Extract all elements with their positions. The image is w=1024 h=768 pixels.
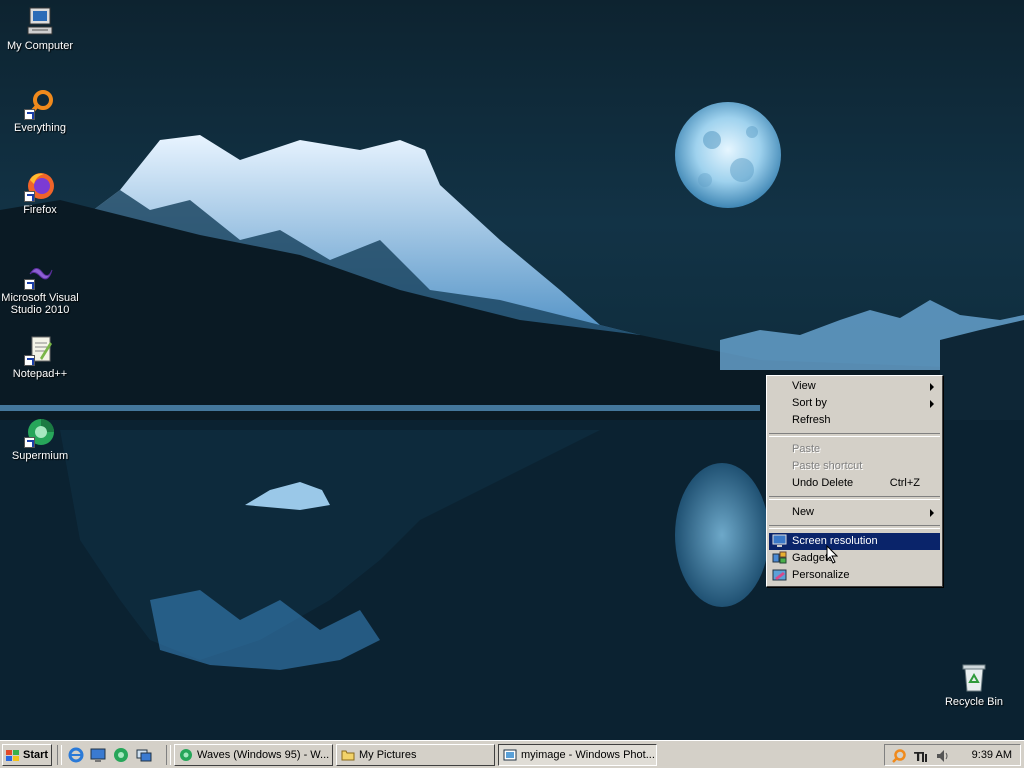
toolbar-grip[interactable] — [166, 745, 171, 765]
desktop-icon-label: Recycle Bin — [944, 696, 1004, 708]
photo-viewer-icon — [503, 748, 517, 762]
desktop-icon-supermium[interactable]: Supermium — [0, 416, 80, 462]
menu-item-refresh[interactable]: Refresh — [769, 412, 940, 429]
task-label: Waves (Windows 95) - W... — [197, 749, 330, 761]
desktop-icon-label: Notepad++ — [12, 368, 68, 380]
menu-item-label: Paste shortcut — [792, 460, 863, 472]
supermium-icon — [179, 748, 193, 762]
window-switcher-icon[interactable] — [136, 747, 152, 763]
menu-item-screen-resolution[interactable]: Screen resolution — [769, 533, 940, 550]
supermium-icon[interactable] — [113, 747, 129, 763]
monitor-icon — [772, 534, 787, 548]
menu-item-label: New — [792, 506, 815, 518]
internet-explorer-icon[interactable] — [68, 747, 84, 763]
taskbar-clock[interactable]: 9:39 AM — [972, 745, 1012, 765]
everything-search-icon[interactable] — [891, 748, 907, 764]
recycle-bin-icon — [958, 662, 990, 694]
wallpaper-image — [0, 102, 1024, 740]
menu-separator — [769, 525, 940, 529]
submenu-arrow-icon — [930, 400, 934, 408]
svg-text:T: T — [914, 750, 923, 764]
desktop-icon-label: Firefox — [23, 204, 57, 216]
menu-item-label: Sort by — [792, 397, 827, 409]
menu-item-undo-delete[interactable]: Undo Delete Ctrl+Z — [769, 475, 940, 492]
gadgets-icon — [772, 551, 787, 565]
shortcut-arrow-icon — [24, 191, 35, 202]
task-label: My Pictures — [359, 749, 417, 761]
menu-item-label: Refresh — [792, 414, 831, 426]
notepad-plus-plus-icon — [24, 334, 56, 366]
shortcut-arrow-icon — [24, 437, 35, 448]
desktop-icon-label: Microsoft Visual Studio 2010 — [1, 292, 79, 316]
volume-icon[interactable] — [935, 748, 951, 764]
desktop-icon-firefox[interactable]: Firefox — [0, 170, 80, 216]
menu-item-label: Undo Delete — [792, 477, 854, 489]
menu-item-label: Personalize — [792, 569, 850, 581]
desktop-icon-label: My Computer — [6, 40, 74, 52]
menu-item-shortcut: Ctrl+Z — [889, 477, 920, 489]
menu-separator — [769, 433, 940, 437]
taskbar-button-my-pictures[interactable]: My Pictures — [336, 744, 495, 766]
toolbar-grip[interactable] — [57, 745, 62, 765]
submenu-arrow-icon — [930, 383, 934, 391]
submenu-arrow-icon — [930, 509, 934, 517]
mouse-cursor-icon — [826, 545, 838, 564]
menu-item-label: Paste — [792, 443, 821, 455]
computer-icon — [24, 6, 56, 38]
system-tray: T 9:39 AM — [884, 744, 1021, 766]
desktop-icon-label: Everything — [14, 122, 66, 134]
show-desktop-icon[interactable] — [90, 747, 106, 763]
menu-item-paste: Paste — [769, 441, 940, 458]
desktop-icon-everything[interactable]: Everything — [0, 88, 80, 134]
taskbar-button-waves[interactable]: Waves (Windows 95) - W... — [174, 744, 333, 766]
firefox-icon — [24, 170, 56, 202]
everything-search-icon — [24, 88, 56, 120]
desktop-icon-notepad-plus-plus[interactable]: Notepad++ — [0, 334, 80, 380]
desktop-context-menu: View Sort by Refresh Paste Paste shortcu… — [766, 375, 943, 587]
desktop-icon-visual-studio[interactable]: Microsoft Visual Studio 2010 — [0, 258, 80, 316]
menu-item-view[interactable]: View — [769, 378, 940, 395]
taskbar: Start Waves (Windows 95) - W... My Pictu… — [0, 740, 1024, 768]
menu-item-paste-shortcut: Paste shortcut — [769, 458, 940, 475]
desktop-icon-recycle-bin[interactable]: Recycle Bin — [934, 662, 1014, 708]
folder-icon — [341, 748, 355, 762]
menu-item-sort-by[interactable]: Sort by — [769, 395, 940, 412]
input-language-icon[interactable]: T — [913, 748, 929, 764]
desktop-icon-my-computer[interactable]: My Computer — [0, 6, 80, 52]
shortcut-arrow-icon — [24, 279, 35, 290]
taskbar-button-photo-viewer[interactable]: myimage - Windows Phot... — [498, 744, 657, 766]
menu-item-gadgets[interactable]: Gadgets — [769, 550, 940, 567]
start-label: Start — [23, 749, 49, 761]
desktop-icon-label: Supermium — [11, 450, 69, 462]
start-button[interactable]: Start — [2, 744, 52, 766]
windows-logo-icon — [6, 749, 20, 761]
task-label: myimage - Windows Phot... — [521, 749, 655, 761]
supermium-icon — [24, 416, 56, 448]
personalize-icon — [772, 568, 787, 582]
desktop[interactable]: My Computer Everything Firefox Microsoft… — [0, 0, 1024, 740]
shortcut-arrow-icon — [24, 109, 35, 120]
visual-studio-icon — [24, 258, 56, 290]
menu-separator — [769, 496, 940, 500]
menu-item-personalize[interactable]: Personalize — [769, 567, 940, 584]
menu-item-label: View — [792, 380, 816, 392]
shortcut-arrow-icon — [24, 355, 35, 366]
menu-item-new[interactable]: New — [769, 504, 940, 521]
